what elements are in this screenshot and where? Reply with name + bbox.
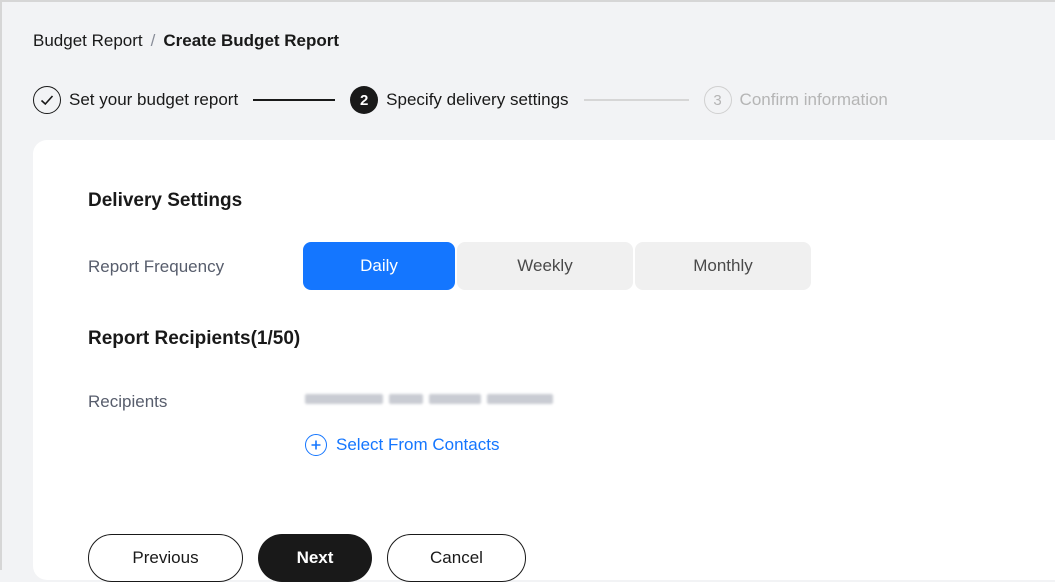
previous-button[interactable]: Previous [88,534,243,582]
next-button[interactable]: Next [258,534,372,582]
step-2: 2 Specify delivery settings [350,86,569,114]
frequency-weekly-button[interactable]: Weekly [457,242,633,290]
frequency-monthly-button[interactable]: Monthly [635,242,811,290]
select-from-contacts-label: Select From Contacts [336,435,500,454]
step-3-number: 3 [703,86,732,114]
delivery-settings-title: Delivery Settings [88,190,243,211]
breadcrumb-budget-report[interactable]: Budget Report [33,31,143,51]
step-1: Set your budget report [33,86,238,114]
form-actions: Previous Next Cancel [88,534,526,582]
step-connector-2 [583,99,689,101]
plus-circle-icon [305,434,327,456]
select-from-contacts-link[interactable]: Select From Contacts [305,434,499,456]
report-recipients-title: Report Recipients(1/50) [88,328,301,349]
stepper: Set your budget report 2 Specify deliver… [33,84,888,116]
step-1-label: Set your budget report [69,90,239,109]
step-2-label: Specify delivery settings [386,90,569,109]
recipients-label: Recipients [88,392,168,411]
step-3: 3 Confirm information [703,86,888,114]
checkmark-icon [33,86,61,114]
delivery-card: Delivery Settings Report Frequency Daily… [33,140,1055,582]
breadcrumb: Budget Report / Create Budget Report [33,31,339,51]
step-connector-1 [253,99,336,101]
breadcrumb-separator: / [150,31,156,50]
step-3-label: Confirm information [739,90,888,109]
breadcrumb-current: Create Budget Report [163,31,340,50]
report-frequency-label: Report Frequency [88,257,225,276]
cancel-button[interactable]: Cancel [387,534,526,582]
recipient-email-redacted [305,388,605,410]
step-2-number: 2 [350,86,379,114]
report-frequency-selector: Daily Weekly Monthly [303,242,811,290]
frequency-daily-button[interactable]: Daily [303,242,455,290]
